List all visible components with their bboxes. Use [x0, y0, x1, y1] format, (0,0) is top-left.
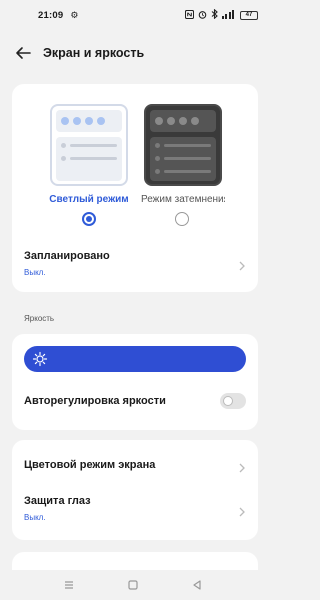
nfc-icon [184, 9, 195, 21]
chevron-right-icon [238, 460, 246, 473]
status-bar: 21:09 ⚙ 47 [0, 0, 270, 30]
back-arrow-icon[interactable] [14, 45, 32, 61]
status-time: 21:09 [38, 9, 64, 21]
bluetooth-icon [211, 8, 218, 21]
status-icons: 47 [184, 8, 258, 21]
brightness-section-label: Яркость [24, 314, 55, 323]
light-mode-preview[interactable] [50, 104, 128, 186]
brightness-card: Авторегулировка яркости [12, 334, 258, 430]
alarm-icon [198, 10, 207, 21]
eye-protection-row[interactable]: Защита глаз Выкл. [12, 488, 258, 532]
theme-card: Светлый режим Режим затемнения Запланиро… [12, 84, 258, 292]
brightness-slider[interactable] [24, 346, 246, 372]
battery-icon: 47 [240, 10, 258, 20]
signal-icon [222, 9, 236, 21]
gear-icon: ⚙ [70, 9, 79, 20]
header: Экран и яркость [0, 38, 270, 68]
auto-brightness-label: Авторегулировка яркости [24, 395, 166, 407]
color-mode-title: Цветовой режим экрана [24, 459, 156, 471]
eye-protection-value: Выкл. [24, 513, 46, 522]
eye-protection-title: Защита глаз [24, 495, 91, 507]
light-mode-label: Светлый режим [49, 194, 129, 205]
dark-mode-label: Режим затемнения [141, 194, 225, 205]
home-icon[interactable] [126, 578, 140, 592]
navigation-bar [0, 570, 270, 600]
auto-brightness-toggle[interactable] [220, 393, 246, 409]
schedule-row[interactable]: Запланировано Выкл. [12, 242, 258, 282]
chevron-right-icon [238, 504, 246, 517]
dark-mode-radio[interactable] [175, 212, 189, 226]
schedule-title: Запланировано [24, 250, 110, 262]
schedule-value: Выкл. [24, 268, 46, 277]
back-icon[interactable] [190, 578, 204, 592]
color-mode-row[interactable]: Цветовой режим экрана [12, 448, 258, 484]
screen-card: Цветовой режим экрана Защита глаз Выкл. [12, 440, 258, 540]
chevron-right-icon [238, 258, 246, 271]
page-title: Экран и яркость [43, 46, 145, 60]
sun-icon [32, 351, 48, 367]
menu-icon[interactable] [62, 578, 76, 592]
dark-mode-preview[interactable] [144, 104, 222, 186]
light-mode-radio[interactable] [82, 212, 96, 226]
